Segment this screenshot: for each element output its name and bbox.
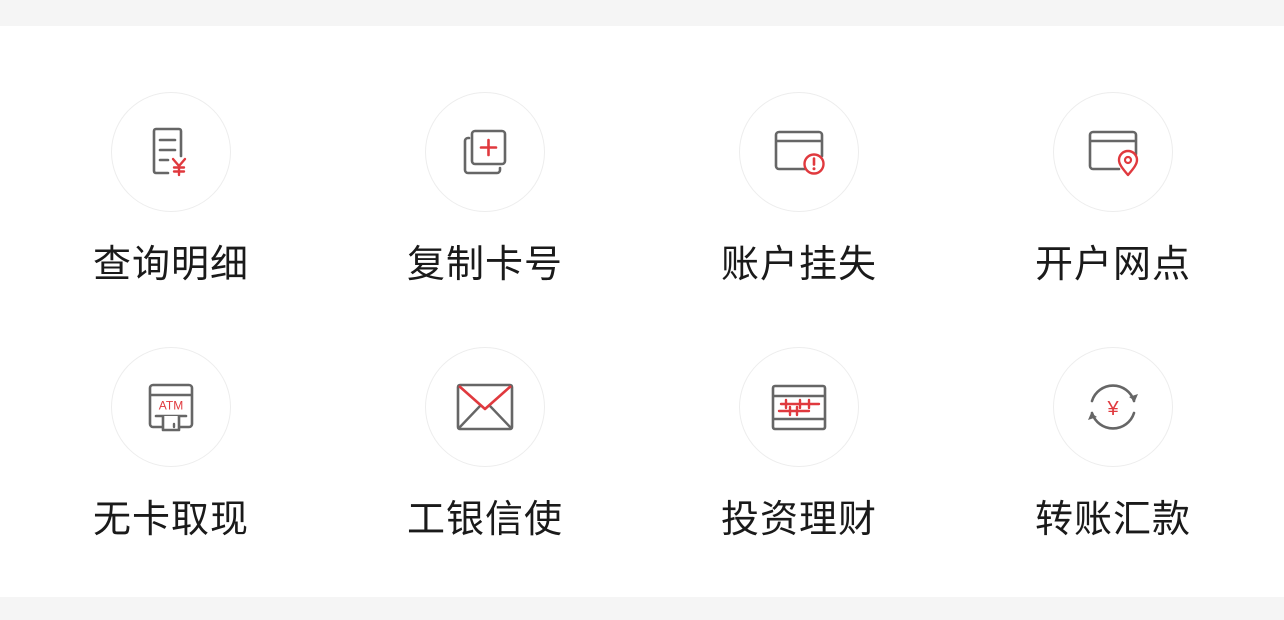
investment-icon xyxy=(771,384,827,431)
atm-icon-text: ATM xyxy=(159,399,183,413)
transfer-icon: ¥ xyxy=(1088,384,1138,430)
menu-item-label: 复制卡号 xyxy=(406,242,563,286)
icon-circle xyxy=(739,347,859,467)
icon-circle xyxy=(425,347,545,467)
icon-circle: ATM xyxy=(111,347,231,467)
copy-card-icon xyxy=(463,129,507,175)
icon-circle: ¥ xyxy=(1053,347,1173,467)
icon-circle xyxy=(425,92,545,212)
menu-item-cardless-withdrawal[interactable]: ATM 无卡取现 xyxy=(71,347,271,567)
menu-item-label: 投资理财 xyxy=(720,497,877,541)
icon-circle xyxy=(739,92,859,212)
card-location-icon xyxy=(1088,130,1139,177)
icon-circle xyxy=(1053,92,1173,212)
menu-item-report-loss[interactable]: 账户挂失 xyxy=(699,92,899,312)
menu-item-branch-locator[interactable]: 开户网点 xyxy=(1013,92,1213,312)
menu-item-investment[interactable]: 投资理财 xyxy=(699,347,899,567)
menu-item-icbc-messenger[interactable]: 工银信使 xyxy=(385,347,585,567)
card-alert-icon xyxy=(774,130,825,175)
menu-item-label: 无卡取现 xyxy=(92,497,249,541)
atm-icon: ATM xyxy=(148,383,194,432)
transfer-icon-text: ¥ xyxy=(1106,398,1119,420)
statement-icon xyxy=(152,127,187,177)
menu-item-label: 账户挂失 xyxy=(720,242,877,286)
icon-circle xyxy=(111,92,231,212)
menu-item-copy-card-number[interactable]: 复制卡号 xyxy=(385,92,585,312)
quick-actions-panel: 查询明细 复制卡号 账户挂失 开户网点 ATM 无卡取现 工银信使 投资理财 ¥… xyxy=(0,26,1284,597)
envelope-icon xyxy=(456,383,514,431)
menu-item-label: 工银信使 xyxy=(406,497,563,541)
menu-item-label: 查询明细 xyxy=(92,242,249,286)
menu-item-label: 开户网点 xyxy=(1034,242,1191,286)
menu-item-query-details[interactable]: 查询明细 xyxy=(71,92,271,312)
menu-item-label: 转账汇款 xyxy=(1034,497,1191,541)
menu-item-transfer[interactable]: ¥ 转账汇款 xyxy=(1013,347,1213,567)
